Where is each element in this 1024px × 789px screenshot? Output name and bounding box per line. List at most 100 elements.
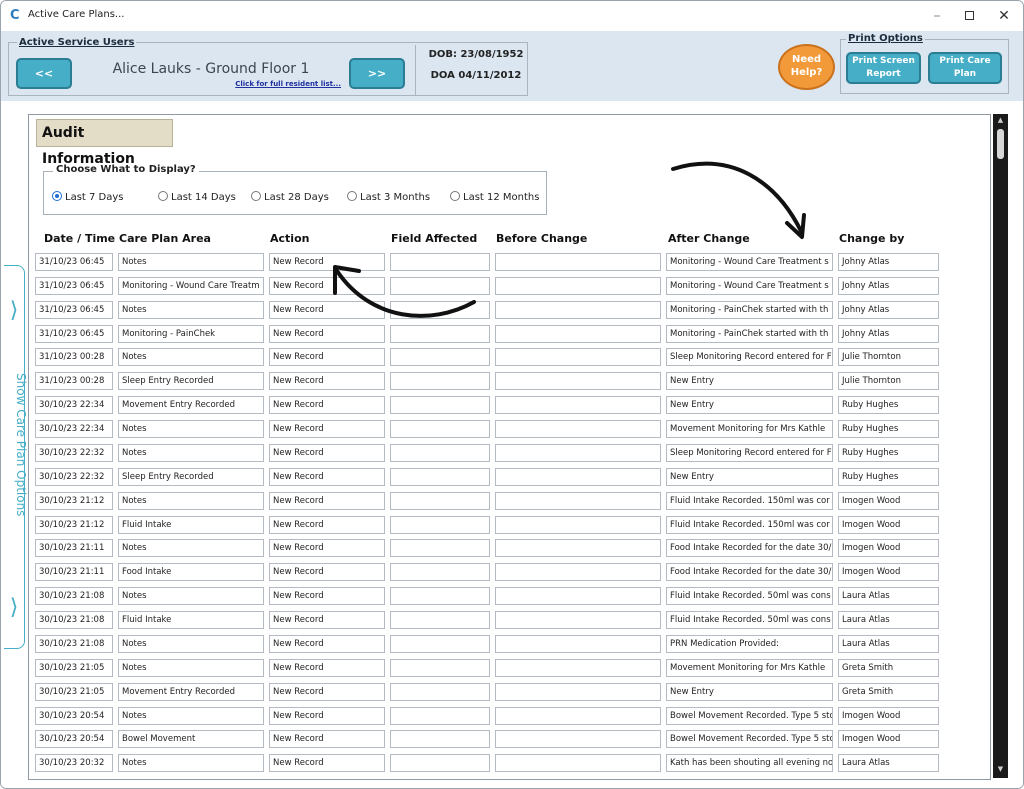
cell-before-change[interactable]: [495, 587, 661, 606]
cell-field-affected[interactable]: [390, 348, 490, 367]
cell-after-change[interactable]: Monitoring - Wound Care Treatment s: [666, 276, 833, 295]
cell-care-plan-area[interactable]: Movement Entry Recorded: [118, 396, 264, 415]
cell-after-change[interactable]: Sleep Monitoring Record entered for F: [666, 348, 833, 367]
cell-care-plan-area[interactable]: Notes: [118, 754, 264, 773]
cell-care-plan-area[interactable]: Notes: [118, 587, 264, 606]
cell-change-by[interactable]: Imogen Wood: [838, 491, 939, 510]
cell-date[interactable]: 31/10/23 00:28: [35, 372, 113, 391]
cell-field-affected[interactable]: [390, 611, 490, 630]
cell-after-change[interactable]: Fluid Intake Recorded. 50ml was cons: [666, 587, 833, 606]
cell-field-affected[interactable]: [390, 515, 490, 534]
cell-date[interactable]: 30/10/23 22:34: [35, 420, 113, 439]
cell-date[interactable]: 31/10/23 06:45: [35, 324, 113, 343]
cell-care-plan-area[interactable]: Movement Entry Recorded: [118, 682, 264, 701]
cell-before-change[interactable]: [495, 730, 661, 749]
cell-date[interactable]: 30/10/23 21:11: [35, 539, 113, 558]
cell-care-plan-area[interactable]: Notes: [118, 539, 264, 558]
cell-date[interactable]: 30/10/23 21:08: [35, 587, 113, 606]
cell-change-by[interactable]: Ruby Hughes: [838, 443, 939, 462]
cell-change-by[interactable]: Ruby Hughes: [838, 420, 939, 439]
cell-field-affected[interactable]: [390, 682, 490, 701]
cell-action[interactable]: New Record: [269, 276, 385, 295]
cell-after-change[interactable]: Food Intake Recorded for the date 30/: [666, 539, 833, 558]
cell-date[interactable]: 30/10/23 21:05: [35, 682, 113, 701]
cell-date[interactable]: 30/10/23 21:08: [35, 611, 113, 630]
cell-before-change[interactable]: [495, 634, 661, 653]
cell-before-change[interactable]: [495, 682, 661, 701]
cell-after-change[interactable]: Fluid Intake Recorded. 150ml was cor: [666, 515, 833, 534]
cell-before-change[interactable]: [495, 467, 661, 486]
cell-date[interactable]: 30/10/23 20:54: [35, 730, 113, 749]
close-button[interactable]: ✕: [986, 5, 1022, 27]
cell-care-plan-area[interactable]: Notes: [118, 706, 264, 725]
cell-change-by[interactable]: Johny Atlas: [838, 300, 939, 319]
cell-date[interactable]: 30/10/23 22:34: [35, 396, 113, 415]
cell-field-affected[interactable]: [390, 443, 490, 462]
range-option-last-28-days[interactable]: Last 28 Days: [251, 191, 329, 203]
cell-field-affected[interactable]: [390, 634, 490, 653]
cell-date[interactable]: 30/10/23 21:12: [35, 491, 113, 510]
cell-before-change[interactable]: [495, 348, 661, 367]
cell-field-affected[interactable]: [390, 276, 490, 295]
cell-action[interactable]: New Record: [269, 443, 385, 462]
cell-action[interactable]: New Record: [269, 706, 385, 725]
cell-change-by[interactable]: Laura Atlas: [838, 587, 939, 606]
cell-after-change[interactable]: Movement Monitoring for Mrs Kathle: [666, 420, 833, 439]
cell-action[interactable]: New Record: [269, 253, 385, 271]
cell-change-by[interactable]: Imogen Wood: [838, 730, 939, 749]
range-option-last-14-days[interactable]: Last 14 Days: [158, 191, 236, 203]
cell-before-change[interactable]: [495, 420, 661, 439]
cell-date[interactable]: 31/10/23 06:45: [35, 253, 113, 271]
cell-change-by[interactable]: Julie Thornton: [838, 348, 939, 367]
cell-action[interactable]: New Record: [269, 611, 385, 630]
cell-change-by[interactable]: Greta Smith: [838, 658, 939, 677]
cell-date[interactable]: 30/10/23 20:32: [35, 754, 113, 773]
cell-change-by[interactable]: Imogen Wood: [838, 706, 939, 725]
full-resident-list-link[interactable]: Click for full resident list...: [201, 80, 341, 88]
cell-action[interactable]: New Record: [269, 539, 385, 558]
cell-action[interactable]: New Record: [269, 324, 385, 343]
cell-after-change[interactable]: Kath has been shouting all evening no: [666, 754, 833, 773]
cell-after-change[interactable]: New Entry: [666, 396, 833, 415]
cell-date[interactable]: 30/10/23 21:12: [35, 515, 113, 534]
cell-action[interactable]: New Record: [269, 372, 385, 391]
cell-before-change[interactable]: [495, 539, 661, 558]
cell-date[interactable]: 31/10/23 00:28: [35, 348, 113, 367]
cell-field-affected[interactable]: [390, 539, 490, 558]
cell-action[interactable]: New Record: [269, 467, 385, 486]
cell-field-affected[interactable]: [390, 300, 490, 319]
cell-change-by[interactable]: Ruby Hughes: [838, 396, 939, 415]
cell-care-plan-area[interactable]: Notes: [118, 443, 264, 462]
cell-action[interactable]: New Record: [269, 348, 385, 367]
cell-before-change[interactable]: [495, 754, 661, 773]
cell-date[interactable]: 30/10/23 21:05: [35, 658, 113, 677]
cell-after-change[interactable]: New Entry: [666, 467, 833, 486]
cell-action[interactable]: New Record: [269, 396, 385, 415]
cell-after-change[interactable]: PRN Medication Provided:: [666, 634, 833, 653]
cell-change-by[interactable]: Julie Thornton: [838, 372, 939, 391]
cell-after-change[interactable]: Fluid Intake Recorded. 50ml was cons: [666, 611, 833, 630]
cell-after-change[interactable]: New Entry: [666, 372, 833, 391]
cell-after-change[interactable]: Movement Monitoring for Mrs Kathle: [666, 658, 833, 677]
cell-change-by[interactable]: Laura Atlas: [838, 611, 939, 630]
cell-care-plan-area[interactable]: Monitoring - Wound Care Treatm: [118, 276, 264, 295]
cell-after-change[interactable]: Bowel Movement Recorded. Type 5 sto: [666, 706, 833, 725]
cell-after-change[interactable]: Monitoring - Wound Care Treatment s: [666, 253, 833, 271]
cell-care-plan-area[interactable]: Notes: [118, 253, 264, 271]
cell-action[interactable]: New Record: [269, 563, 385, 582]
cell-care-plan-area[interactable]: Notes: [118, 634, 264, 653]
cell-after-change[interactable]: New Entry: [666, 682, 833, 701]
cell-action[interactable]: New Record: [269, 515, 385, 534]
range-option-last-12-months[interactable]: Last 12 Months: [450, 191, 539, 203]
cell-change-by[interactable]: Greta Smith: [838, 682, 939, 701]
cell-before-change[interactable]: [495, 658, 661, 677]
maximize-button[interactable]: [951, 5, 987, 27]
range-option-last-3-months[interactable]: Last 3 Months: [347, 191, 430, 203]
cell-after-change[interactable]: Fluid Intake Recorded. 150ml was cor: [666, 491, 833, 510]
cell-field-affected[interactable]: [390, 324, 490, 343]
cell-before-change[interactable]: [495, 443, 661, 462]
need-help-button[interactable]: Need Help?: [778, 44, 835, 90]
cell-action[interactable]: New Record: [269, 754, 385, 773]
cell-field-affected[interactable]: [390, 372, 490, 391]
cell-before-change[interactable]: [495, 300, 661, 319]
